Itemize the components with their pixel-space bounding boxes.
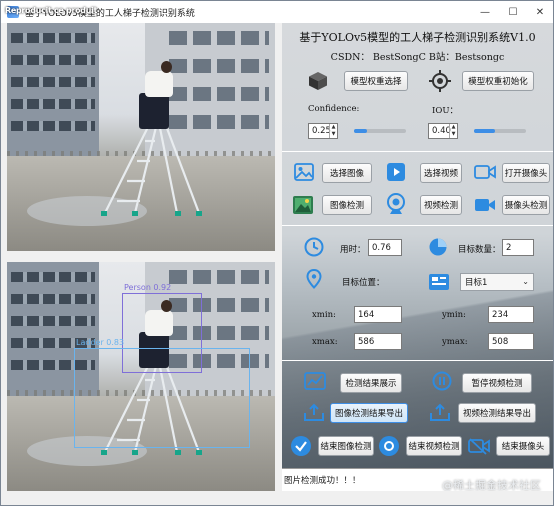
confidence-slider[interactable] bbox=[354, 129, 406, 133]
xmin-field[interactable]: 164 bbox=[354, 306, 402, 323]
section-divider bbox=[282, 151, 553, 152]
video-file-icon bbox=[386, 162, 406, 182]
target-list-icon bbox=[428, 273, 450, 291]
close-button[interactable]: ✕ bbox=[526, 1, 553, 23]
page-title: 基于YOLOv5模型的工人梯子检测识别系统V1.0 bbox=[299, 31, 536, 44]
open-camera-button[interactable]: 打开摄像头 bbox=[502, 163, 550, 183]
settings-target-icon bbox=[429, 70, 451, 92]
status-message: 图片检测成功！！！ bbox=[284, 476, 361, 486]
bottom-border bbox=[1, 491, 553, 505]
pause-icon bbox=[432, 371, 452, 391]
iou-spinbox[interactable]: 0.40 ▲ ▼ bbox=[428, 123, 458, 139]
landscape-image-icon bbox=[292, 195, 314, 215]
clock-icon bbox=[304, 237, 324, 257]
pie-chart-icon bbox=[428, 237, 448, 257]
ymin-label: ymin: bbox=[442, 310, 466, 320]
confidence-spinbox[interactable]: 0.25 ▲ ▼ bbox=[308, 123, 338, 139]
record-stop-icon bbox=[378, 435, 400, 457]
target-position-label: 目标位置： bbox=[342, 278, 385, 288]
result-scene-photo: Person 0.92 Ladder 0.83 bbox=[7, 262, 275, 491]
model-weight-init-button[interactable]: 模型权重初始化 bbox=[462, 71, 534, 91]
export-upload-icon bbox=[304, 403, 324, 421]
ymin-field[interactable]: 234 bbox=[488, 306, 534, 323]
time-label: 用时： bbox=[340, 245, 366, 255]
spin-arrows-icon[interactable]: ▲ ▼ bbox=[449, 124, 457, 138]
webcam-icon bbox=[385, 192, 407, 216]
camera-outline-icon bbox=[474, 164, 496, 180]
iou-slider[interactable] bbox=[474, 129, 526, 133]
image-icon bbox=[294, 163, 314, 181]
section-divider bbox=[282, 225, 553, 226]
export-video-result-button[interactable]: 视频检测结果导出 bbox=[458, 403, 536, 423]
target-count-field[interactable]: 2 bbox=[502, 239, 534, 256]
location-pin-icon bbox=[306, 269, 322, 289]
app-window: 基于YOLOv5模型的工人梯子检测识别系统 Reproducit ce prod… bbox=[0, 0, 554, 506]
section-divider bbox=[282, 360, 553, 361]
xmax-label: xmax: bbox=[312, 337, 338, 347]
ymax-label: ymax: bbox=[442, 337, 468, 347]
ladder-figure bbox=[101, 121, 202, 216]
video-detect-button[interactable]: 视频检测 bbox=[420, 195, 462, 215]
camera-filled-icon bbox=[474, 197, 496, 213]
end-video-detect-button[interactable]: 结束视频检测 bbox=[406, 436, 462, 456]
title-bar: 基于YOLOv5模型的工人梯子检测识别系统 Reproducit ce prod… bbox=[1, 1, 553, 23]
confidence-slider-fill bbox=[354, 129, 367, 133]
show-result-button[interactable]: 检测结果展示 bbox=[340, 373, 402, 393]
author-info: CSDN： BestSongC B站：Bestsongc bbox=[330, 52, 505, 63]
pause-video-detect-button[interactable]: 暂停视频检测 bbox=[462, 373, 532, 393]
watermark-overlay: Reproducit ce produit bbox=[5, 6, 98, 15]
xmax-field[interactable]: 586 bbox=[354, 333, 402, 350]
image-divider bbox=[7, 251, 275, 262]
camera-off-icon bbox=[468, 437, 490, 455]
check-circle-icon bbox=[290, 435, 312, 457]
time-field[interactable]: 0.76 bbox=[368, 239, 402, 256]
iou-label: IOU： bbox=[432, 106, 458, 116]
scene-photo bbox=[7, 23, 275, 251]
person-box-label: Person 0.92 bbox=[124, 283, 172, 292]
confidence-label: Confidence: bbox=[308, 104, 360, 114]
select-image-button[interactable]: 选择图像 bbox=[322, 163, 372, 183]
target-count-label: 目标数量： bbox=[458, 245, 501, 255]
model-weight-select-button[interactable]: 模型权重选择 bbox=[344, 71, 408, 91]
end-image-detect-button[interactable]: 结束图像检测 bbox=[318, 436, 374, 456]
cube-icon bbox=[308, 71, 328, 91]
export-video-icon bbox=[430, 403, 450, 421]
original-image-view bbox=[7, 23, 275, 251]
spin-arrows-icon[interactable]: ▲ ▼ bbox=[329, 124, 337, 138]
xmin-label: xmin: bbox=[312, 310, 336, 320]
ladder-bounding-box bbox=[74, 348, 250, 448]
ladder-box-label: Ladder 0.83 bbox=[76, 338, 125, 347]
camera-detect-button[interactable]: 摄像头检测 bbox=[502, 195, 550, 215]
person-figure bbox=[135, 61, 177, 131]
result-image-view: Person 0.92 Ladder 0.83 bbox=[7, 262, 275, 491]
target-select-dropdown[interactable]: 目标1 ⌄ bbox=[460, 273, 534, 291]
chevron-down-icon: ⌄ bbox=[522, 277, 529, 286]
maximize-button[interactable]: ☐ bbox=[499, 1, 527, 23]
result-chart-icon bbox=[304, 372, 326, 390]
target-select-value: 目标1 bbox=[465, 278, 488, 288]
iou-slider-fill bbox=[474, 129, 495, 133]
export-image-result-button[interactable]: 图像检测结果导出 bbox=[330, 403, 408, 423]
image-detect-button[interactable]: 图像检测 bbox=[322, 195, 372, 215]
control-panel: 基于YOLOv5模型的工人梯子检测识别系统V1.0 CSDN： BestSong… bbox=[282, 23, 553, 491]
ymax-field[interactable]: 508 bbox=[488, 333, 534, 350]
select-video-button[interactable]: 选择视频 bbox=[420, 163, 462, 183]
end-camera-button[interactable]: 结束摄像头 bbox=[496, 436, 550, 456]
minimize-button[interactable]: — bbox=[471, 1, 499, 23]
